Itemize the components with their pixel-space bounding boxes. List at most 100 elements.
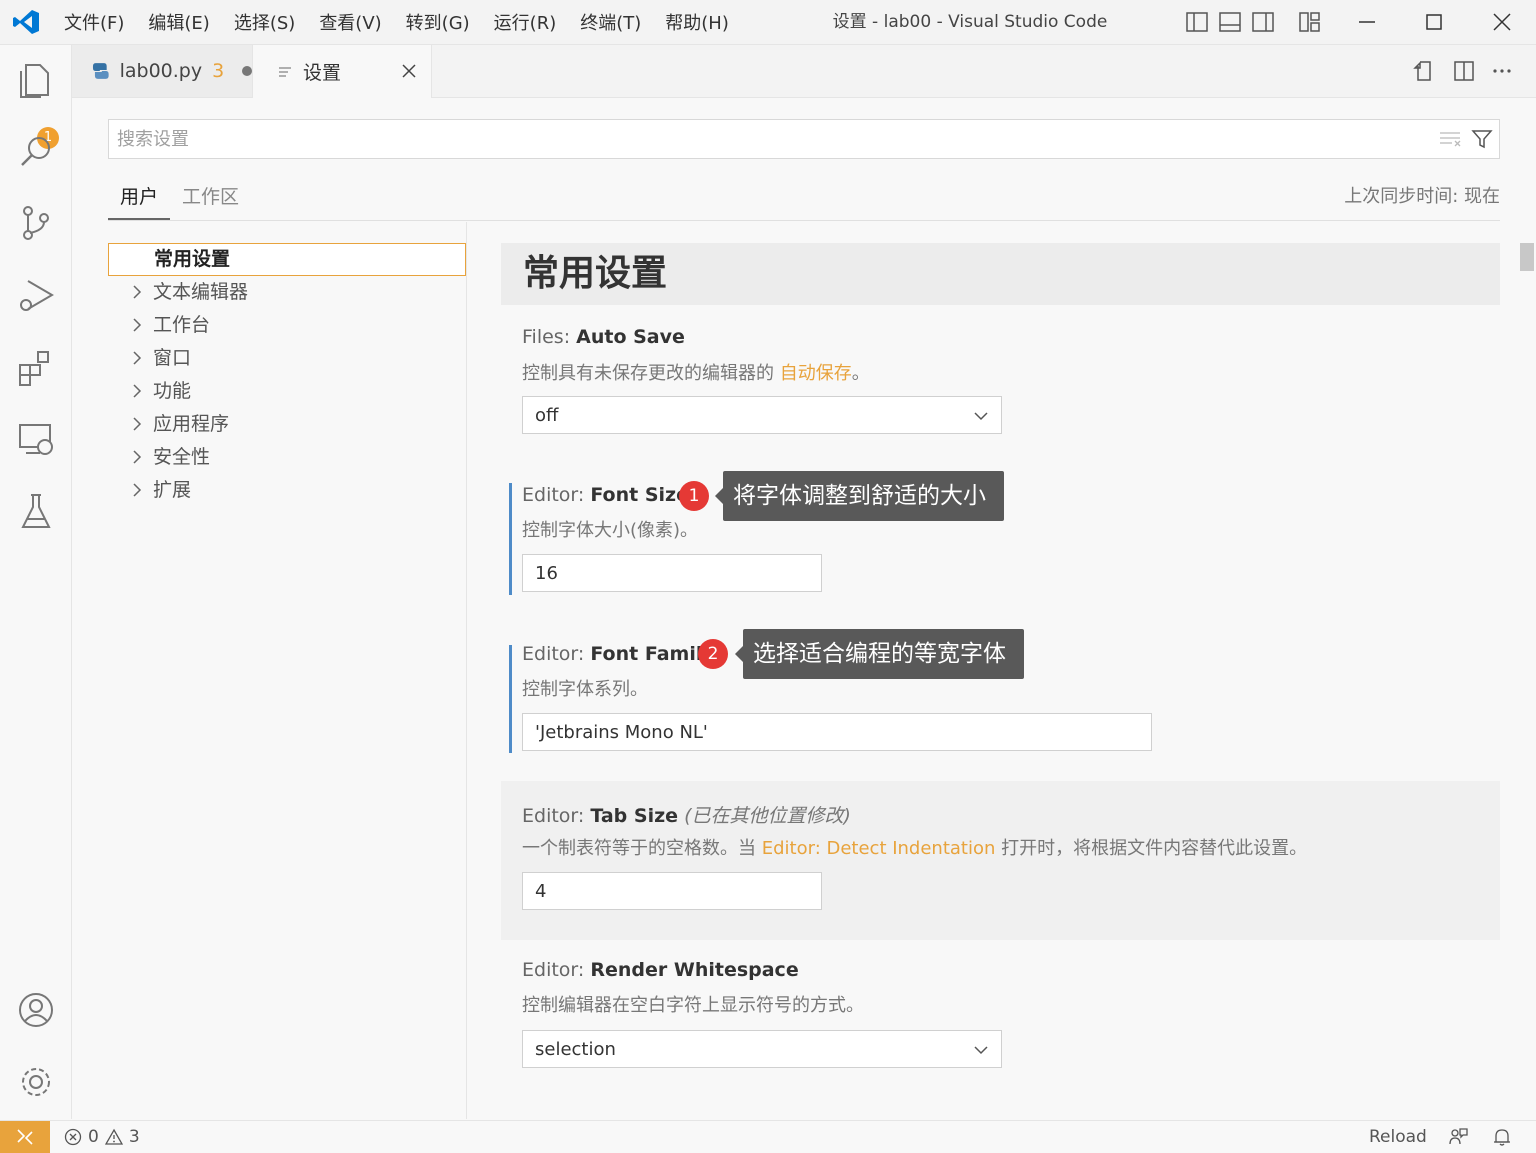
chevron-right-icon [133, 483, 142, 497]
font-size-input[interactable]: 16 [522, 554, 822, 592]
toggle-secondary-sidebar-icon[interactable] [1251, 10, 1275, 34]
menu-selection[interactable]: 选择(S) [234, 9, 295, 35]
toc-item-commonly-used[interactable]: 常用设置 [108, 243, 466, 276]
chevron-right-icon [133, 417, 142, 431]
chevron-right-icon [133, 285, 142, 299]
settings-scope-tabs: 用户 工作区 上次同步时间: 现在 [108, 176, 1500, 221]
open-settings-json-icon[interactable] [1412, 59, 1436, 83]
filter-icon[interactable] [1471, 128, 1493, 150]
chevron-down-icon [974, 412, 988, 421]
minimize-icon[interactable] [1355, 10, 1379, 34]
toc-item-label: 扩展 [153, 479, 192, 501]
setting-title: Files: Auto Save [522, 326, 685, 348]
font-family-input[interactable]: 'Jetbrains Mono NL' [522, 713, 1152, 751]
settings-toc: 常用设置 文本编辑器 工作台 窗口 功能 应用程序 安全性 扩展 [108, 243, 466, 507]
split-editor-icon[interactable] [1452, 59, 1476, 83]
sync-status[interactable]: 上次同步时间: 现在 [1344, 176, 1500, 218]
auto-save-select[interactable]: off [522, 396, 1002, 434]
toggle-panel-icon[interactable] [1218, 10, 1242, 34]
chevron-right-icon [133, 384, 142, 398]
tab-settings[interactable]: 设置 [253, 45, 432, 98]
setting-title: Editor: Tab Size (已在其他位置修改) [522, 805, 851, 827]
setting-description: 控制字体系列。 [522, 679, 648, 700]
unsaved-dot-icon[interactable] [242, 66, 252, 76]
setting-editor-render-whitespace: Editor: Render Whitespace 控制编辑器在空白字符上显示符… [501, 955, 1500, 1075]
close-window-icon[interactable] [1490, 10, 1514, 34]
search-icon[interactable] [14, 129, 58, 173]
more-actions-icon[interactable] [1490, 59, 1514, 83]
callout-tooltip-2: 选择适合编程的等宽字体 [735, 629, 1024, 679]
title-bar: 文件(F) 编辑(E) 选择(S) 查看(V) 转到(G) 运行(R) 终端(T… [0, 0, 1536, 45]
focus-indicator [509, 483, 512, 595]
setting-description: 控制编辑器在空白字符上显示符号的方式。 [522, 995, 864, 1016]
toc-item-label: 功能 [153, 380, 192, 402]
toc-divider[interactable] [466, 222, 467, 1119]
tab-user[interactable]: 用户 [108, 176, 170, 220]
activity-bar: 1 [0, 45, 72, 1119]
toc-item-window[interactable]: 窗口 [108, 342, 466, 375]
menu-edit[interactable]: 编辑(E) [148, 9, 209, 35]
tab-lab00-py[interactable]: lab00.py 3 [72, 45, 253, 97]
toggle-primary-sidebar-icon[interactable] [1185, 10, 1209, 34]
run-debug-icon[interactable] [14, 273, 58, 317]
python-file-icon [92, 63, 109, 79]
maximize-icon[interactable] [1422, 10, 1446, 34]
explorer-icon[interactable] [14, 57, 58, 101]
notifications-bell-icon[interactable] [1492, 1127, 1512, 1147]
toc-item-label: 文本编辑器 [153, 281, 249, 303]
close-tab-icon[interactable] [401, 63, 417, 79]
toc-item-text-editor[interactable]: 文本编辑器 [108, 276, 466, 309]
toc-item-workbench[interactable]: 工作台 [108, 309, 466, 342]
toc-item-label: 窗口 [153, 347, 192, 369]
reload-button[interactable]: Reload [1369, 1121, 1427, 1153]
chevron-right-icon [133, 318, 142, 332]
toc-item-security[interactable]: 安全性 [108, 441, 466, 474]
window-title: 设置 - lab00 - Visual Studio Code [832, 12, 1108, 32]
menu-view[interactable]: 查看(V) [319, 9, 381, 35]
setting-description: 控制具有未保存更改的编辑器的 自动保存。 [522, 363, 870, 384]
accounts-icon[interactable] [14, 988, 58, 1032]
extensions-icon[interactable] [14, 345, 58, 389]
detect-indentation-link[interactable]: Editor: Detect Indentation [762, 838, 996, 859]
setting-title: Editor: Render Whitespace [522, 959, 799, 981]
tab-workspace[interactable]: 工作区 [182, 176, 239, 218]
settings-search-input[interactable] [115, 120, 1419, 158]
menu-run[interactable]: 运行(R) [494, 9, 557, 35]
remote-icon [17, 1129, 33, 1145]
toc-item-label: 工作台 [153, 314, 211, 336]
menu-help[interactable]: 帮助(H) [665, 9, 729, 35]
scrollbar-thumb[interactable] [1520, 243, 1534, 271]
callout-number-1: 1 [679, 481, 709, 511]
settings-list: 常用设置 Files: Auto Save 控制具有未保存更改的编辑器的 自动保… [501, 243, 1500, 1119]
auto-save-link[interactable]: 自动保存 [780, 363, 852, 384]
tab-settings-label: 设置 [303, 62, 342, 84]
menu-go[interactable]: 转到(G) [406, 9, 470, 35]
setting-description: 一个制表符等于的空格数。当 Editor: Detect Indentation… [522, 838, 1308, 859]
menu-file[interactable]: 文件(F) [64, 9, 124, 35]
tab-size-input[interactable]: 4 [522, 872, 822, 910]
customize-layout-icon[interactable] [1298, 10, 1322, 34]
render-whitespace-select[interactable]: selection [522, 1030, 1002, 1068]
error-count: 0 [88, 1127, 99, 1147]
source-control-icon[interactable] [14, 201, 58, 245]
auto-save-value: off [535, 405, 559, 426]
chevron-down-icon [974, 1046, 988, 1055]
remote-indicator[interactable] [0, 1121, 50, 1153]
clear-filter-icon[interactable] [1439, 130, 1461, 148]
toc-item-extensions[interactable]: 扩展 [108, 474, 466, 507]
tab-lab00-label: lab00.py [119, 60, 203, 82]
remote-explorer-icon[interactable] [14, 417, 58, 461]
toc-item-application[interactable]: 应用程序 [108, 408, 466, 441]
toc-item-features[interactable]: 功能 [108, 375, 466, 408]
toc-item-label: 常用设置 [154, 248, 231, 270]
menu-terminal[interactable]: 终端(T) [580, 9, 641, 35]
modified-elsewhere-link[interactable]: (已在其他位置修改) [684, 805, 851, 827]
feedback-icon[interactable] [1448, 1127, 1468, 1147]
editor-tab-bar: lab00.py 3 设置 [72, 45, 1536, 98]
problems-indicator[interactable]: 0 3 [64, 1121, 140, 1153]
testing-icon[interactable] [14, 489, 58, 533]
warning-icon [104, 1128, 123, 1145]
manage-gear-icon[interactable] [14, 1060, 58, 1104]
focus-indicator [509, 645, 512, 753]
setting-editor-font-size: Editor: Font Size 1 将字体调整到舒适的大小 控制字体大小(像… [501, 471, 1500, 601]
